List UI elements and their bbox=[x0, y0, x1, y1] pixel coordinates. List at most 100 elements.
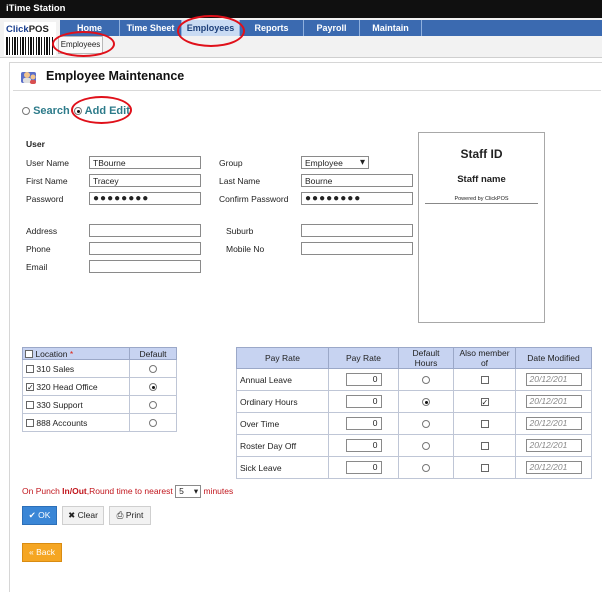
date-modified-field[interactable]: 20/12/201 bbox=[525, 417, 582, 430]
user-section-heading: User bbox=[26, 139, 45, 149]
location-header-label: Location bbox=[35, 348, 68, 359]
location-default-radio[interactable] bbox=[149, 419, 157, 428]
subtab-employees[interactable]: Employees bbox=[58, 36, 103, 54]
search-radio[interactable] bbox=[22, 107, 30, 116]
date-modified-field[interactable]: 20/12/201 bbox=[525, 461, 582, 474]
confirm-password-label: Confirm Password bbox=[219, 194, 289, 204]
email-field[interactable] bbox=[89, 260, 201, 273]
password-label: Password bbox=[26, 194, 64, 204]
password-field[interactable]: ●●●●●●●● bbox=[89, 192, 201, 205]
default-hours-cell bbox=[398, 412, 454, 435]
round-minutes-select[interactable]: 5 ▾ bbox=[175, 485, 202, 498]
lastname-field[interactable]: Bourne bbox=[301, 174, 413, 187]
mobile-field[interactable] bbox=[301, 242, 413, 255]
location-cell: 310 Sales bbox=[22, 359, 130, 378]
clear-button[interactable]: ✖ Clear bbox=[62, 506, 104, 525]
location-checkbox[interactable] bbox=[26, 401, 34, 410]
default-hours-cell bbox=[398, 434, 454, 457]
add-edit-mode-option[interactable]: Add Edit bbox=[74, 105, 130, 117]
address-field[interactable] bbox=[89, 224, 201, 237]
title-divider bbox=[13, 90, 601, 91]
default-hours-radio[interactable] bbox=[422, 464, 430, 473]
default-hours-radio[interactable] bbox=[422, 442, 430, 451]
location-default-radio[interactable] bbox=[149, 365, 157, 374]
date-modified-field[interactable]: 20/12/201 bbox=[525, 373, 582, 386]
confirm-password-field[interactable]: ●●●●●●●● bbox=[301, 192, 413, 205]
round-minutes-value: 5 bbox=[179, 486, 184, 496]
clickpos-logo: ClickPOS bbox=[4, 22, 56, 56]
powered-by-text: Powered by ClickPOS bbox=[425, 196, 538, 204]
default-hours-radio[interactable] bbox=[422, 376, 430, 385]
location-name: 330 Support bbox=[36, 399, 83, 410]
punch-inout: In/Out bbox=[62, 485, 87, 496]
date-modified-field[interactable]: 20/12/201 bbox=[525, 395, 582, 408]
ok-button[interactable]: ✔ OK bbox=[22, 506, 57, 525]
member-checkbox[interactable] bbox=[480, 376, 489, 385]
employee-group-icon bbox=[21, 72, 36, 84]
pay-rate-input[interactable]: 0 bbox=[345, 439, 382, 452]
back-button[interactable]: « Back bbox=[22, 543, 62, 562]
default-hours-radio[interactable] bbox=[422, 398, 430, 407]
location-checkbox[interactable] bbox=[26, 365, 34, 374]
location-default-header: Default bbox=[129, 347, 177, 360]
location-cell: 888 Accounts bbox=[22, 413, 130, 432]
pay-rate-cell: 0 bbox=[328, 456, 399, 479]
staff-id-card: Staff ID Staff name Powered by ClickPOS bbox=[418, 132, 545, 323]
pay-rate-row: Roster Day Off 0 20/12/201 bbox=[236, 434, 592, 457]
location-checkbox[interactable] bbox=[26, 419, 34, 428]
location-select-all-checkbox[interactable] bbox=[25, 350, 33, 359]
location-name: 888 Accounts bbox=[36, 417, 88, 428]
nav-tab-maintain[interactable]: Maintain bbox=[360, 20, 422, 36]
print-label: Print bbox=[125, 510, 144, 520]
member-checkbox[interactable] bbox=[480, 442, 489, 451]
close-icon: ✖ bbox=[68, 510, 76, 520]
location-header: Location * bbox=[22, 347, 130, 360]
firstname-field[interactable]: Tracey bbox=[89, 174, 201, 187]
add-edit-radio[interactable] bbox=[74, 107, 82, 116]
phone-field[interactable] bbox=[89, 242, 201, 255]
firstname-label: First Name bbox=[26, 176, 68, 186]
member-checkbox[interactable] bbox=[480, 420, 489, 429]
username-field[interactable]: TBourne bbox=[89, 156, 201, 169]
location-cell: ✓ 320 Head Office bbox=[22, 377, 130, 396]
location-checkbox[interactable]: ✓ bbox=[26, 383, 34, 392]
pay-rate-input[interactable]: 0 bbox=[345, 461, 382, 474]
suburb-field[interactable] bbox=[301, 224, 413, 237]
pay-rate-input[interactable]: 0 bbox=[345, 373, 382, 386]
pay-rate-cell: 0 bbox=[328, 434, 399, 457]
main-panel: Employee Maintenance Search Add Edit Use… bbox=[9, 62, 602, 592]
search-mode-option[interactable]: Search bbox=[22, 105, 70, 117]
location-default-radio[interactable] bbox=[149, 401, 157, 410]
location-row: ✓ 320 Head Office bbox=[22, 377, 177, 396]
punch-suffix: minutes bbox=[203, 485, 234, 496]
default-hours-radio[interactable] bbox=[422, 420, 430, 429]
location-row: 888 Accounts bbox=[22, 413, 177, 432]
member-checkbox[interactable]: ✓ bbox=[480, 398, 489, 407]
nav-tab-employees[interactable]: Employees bbox=[182, 20, 240, 36]
date-cell: 20/12/201 bbox=[515, 434, 592, 457]
nav-tab-payroll[interactable]: Payroll bbox=[304, 20, 360, 36]
member-cell bbox=[453, 368, 516, 391]
nav-tab-reports[interactable]: Reports bbox=[240, 20, 304, 36]
nav-tab-home[interactable]: Home bbox=[60, 20, 120, 36]
pay-rate-cell: 0 bbox=[328, 368, 399, 391]
date-cell: 20/12/201 bbox=[515, 412, 592, 435]
location-table: Location * Default 310 Sales ✓ 320 Head O… bbox=[22, 347, 177, 432]
required-marker: * bbox=[69, 348, 74, 359]
payrate-col-default-hours: Default Hours bbox=[398, 347, 454, 369]
print-button[interactable]: ⎙ Print bbox=[109, 506, 151, 525]
suburb-label: Suburb bbox=[226, 226, 254, 236]
group-select[interactable]: Employee bbox=[301, 156, 369, 169]
pay-rate-name: Annual Leave bbox=[236, 368, 329, 391]
nav-tab-time-sheet[interactable]: Time Sheet bbox=[120, 20, 182, 36]
date-modified-field[interactable]: 20/12/201 bbox=[525, 439, 582, 452]
location-name: 310 Sales bbox=[36, 363, 75, 374]
pay-rate-input[interactable]: 0 bbox=[345, 395, 382, 408]
pay-rate-input[interactable]: 0 bbox=[345, 417, 382, 430]
location-default-cell bbox=[129, 395, 177, 414]
member-checkbox[interactable] bbox=[480, 464, 489, 473]
member-cell bbox=[453, 412, 516, 435]
location-default-radio[interactable] bbox=[149, 383, 157, 392]
ok-label: OK bbox=[38, 510, 51, 520]
brand-click: Click bbox=[6, 24, 29, 35]
